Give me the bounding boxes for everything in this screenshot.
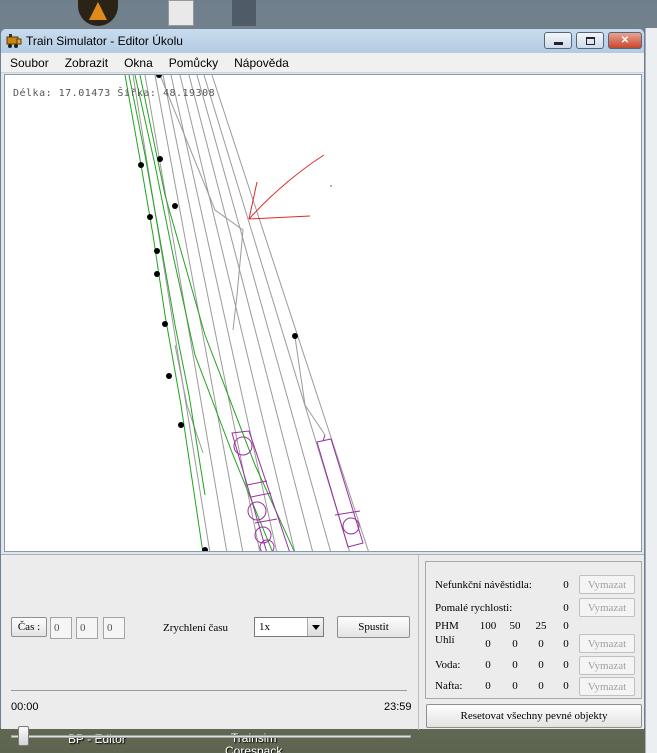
track-branch — [159, 75, 244, 331]
phm-column-0: 0 — [563, 620, 569, 632]
editor-window: Train Simulator - Editor Úkolu ✕ Soubor … — [0, 28, 645, 746]
acceleration-value: 1x — [259, 621, 270, 633]
slow-speeds-label: Pomalé rychlosti: — [435, 602, 513, 614]
clear-broken-signals-button[interactable]: Vymazat — [579, 575, 635, 594]
water-value-100: 0 — [485, 659, 491, 671]
title-bar[interactable]: Train Simulator - Editor Úkolu ✕ — [1, 29, 644, 53]
track-map[interactable] — [5, 75, 642, 552]
track-node — [292, 333, 298, 339]
track-node — [138, 162, 144, 168]
minimize-button[interactable] — [544, 32, 572, 49]
track-node — [147, 214, 153, 220]
start-button[interactable]: Spustit — [337, 616, 410, 638]
phm-column-50: 50 — [509, 620, 521, 632]
green-track-lines — [124, 75, 295, 551]
menu-okna[interactable]: Okna — [115, 56, 160, 70]
track-line — [188, 75, 313, 551]
track-nodes — [138, 75, 298, 551]
track-line — [211, 75, 369, 551]
coal-value-50: 0 — [512, 638, 518, 650]
green-track — [134, 75, 273, 551]
slow-speeds-count: 0 — [563, 602, 569, 614]
clear-diesel-button[interactable]: Vymazat — [579, 677, 635, 696]
track-node — [154, 271, 160, 277]
track-node — [162, 321, 168, 327]
train-object-left — [231, 430, 290, 551]
phm-label: PHM — [435, 620, 459, 632]
minutes-field[interactable]: 0 — [76, 617, 98, 639]
menu-soubor[interactable]: Soubor — [1, 56, 56, 70]
time-control-panel: Čas : 0 0 0 Zrychlení času 1x Spustit 00… — [1, 555, 419, 746]
acceleration-select[interactable]: 1x — [254, 617, 324, 637]
track-line — [196, 75, 331, 551]
diesel-value-0: 0 — [563, 680, 569, 692]
time-slider-track[interactable] — [11, 735, 411, 738]
track-node — [166, 373, 172, 379]
diesel-value-50: 0 — [512, 680, 518, 692]
seconds-field[interactable]: 0 — [103, 617, 125, 639]
track-node — [172, 203, 178, 209]
menu-napoveda[interactable]: Nápověda — [225, 56, 296, 70]
train-app-icon — [6, 34, 22, 48]
close-icon: ✕ — [620, 35, 630, 46]
menu-zobrazit[interactable]: Zobrazit — [56, 56, 115, 70]
menu-pomucky[interactable]: Pomůcky — [160, 56, 225, 70]
coal-value-100: 0 — [485, 638, 491, 650]
phm-column-25: 25 — [535, 620, 547, 632]
track-lines — [132, 75, 369, 551]
background-window-edge — [645, 28, 657, 753]
broken-signals-count: 0 — [563, 579, 569, 591]
acceleration-label: Zrychlení času — [163, 622, 229, 634]
map-canvas[interactable]: Délka: 17.01473 Šířka: 48.19308 — [4, 74, 642, 552]
clear-slow-speeds-button[interactable]: Vymazat — [579, 598, 635, 617]
minimize-icon — [553, 42, 563, 45]
maximize-icon — [585, 36, 595, 45]
track-node — [154, 248, 160, 254]
maximize-button[interactable] — [576, 32, 604, 49]
diesel-value-100: 0 — [485, 680, 491, 692]
chevron-down-icon — [307, 618, 323, 636]
red-arrow-annotation — [248, 154, 325, 220]
water-value-25: 0 — [538, 659, 544, 671]
track-node — [157, 156, 163, 162]
water-value-0: 0 — [563, 659, 569, 671]
slider-end-label: 23:59 — [384, 701, 412, 713]
bottom-panel: Čas : 0 0 0 Zrychlení času 1x Spustit 00… — [1, 554, 644, 746]
taskbar-item-trainsim-line2: Corespack — [225, 744, 283, 753]
track-line — [170, 75, 278, 551]
hours-field[interactable]: 0 — [50, 617, 72, 639]
diesel-value-25: 0 — [538, 680, 544, 692]
track-node — [178, 422, 184, 428]
water-label: Voda: — [435, 659, 461, 671]
coal-value-0: 0 — [563, 638, 569, 650]
desktop-shortcut-icon[interactable] — [232, 0, 256, 26]
green-track — [124, 75, 204, 551]
broken-signals-label: Nefunkční návěstidla: — [435, 579, 532, 591]
time-button[interactable]: Čas : — [11, 617, 47, 637]
map-coordinates: Délka: 17.01473 Šířka: 48.19308 — [13, 88, 216, 99]
clear-coal-button[interactable]: Vymazat — [579, 634, 635, 653]
track-line — [179, 75, 296, 551]
diesel-label: Nafta: — [435, 680, 463, 692]
water-value-50: 0 — [512, 659, 518, 671]
phm-column-100: 100 — [479, 620, 497, 632]
status-panel: Nefunkční návěstidla: 0 Vymazat Pomalé r… — [425, 561, 642, 699]
slider-start-label: 00:00 — [11, 701, 39, 713]
clear-water-button[interactable]: Vymazat — [579, 656, 635, 675]
reset-fixed-objects-button[interactable]: Resetovat všechny pevné objekty — [426, 704, 642, 728]
coal-label: Uhlí — [435, 634, 455, 646]
menu-bar: Soubor Zobrazit Okna Pomůcky Nápověda — [1, 53, 644, 73]
train-object-right — [316, 434, 364, 548]
coal-value-25: 0 — [538, 638, 544, 650]
timeline-divider — [11, 690, 407, 691]
track-node — [202, 547, 208, 551]
time-slider-thumb[interactable] — [18, 726, 29, 746]
desktop-app-icon[interactable] — [78, 0, 118, 26]
window-title: Train Simulator - Editor Úkolu — [26, 34, 183, 48]
close-button[interactable]: ✕ — [608, 32, 642, 49]
desktop-file-icon[interactable] — [168, 0, 194, 26]
